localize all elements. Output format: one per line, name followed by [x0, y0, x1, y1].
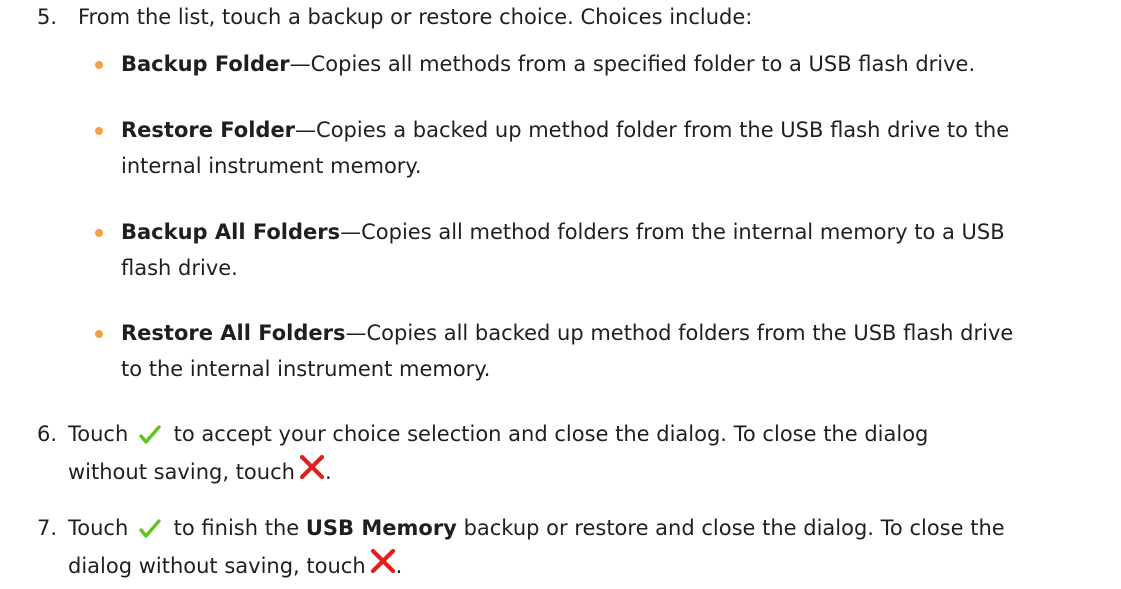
choice-description-continued: to the internal instrument memory.	[121, 357, 491, 381]
step-text: Touch	[68, 516, 129, 540]
step-text: .	[324, 460, 332, 484]
step-text: to finish the	[173, 516, 300, 540]
bullet-icon	[95, 61, 103, 69]
choice-term: Restore Folder	[121, 118, 296, 142]
choice-term: Backup All Folders	[121, 220, 341, 244]
step-number: 7.	[37, 516, 58, 540]
list-item-backup-all-folders: Backup All Folders—Copies all method fol…	[95, 214, 1081, 286]
document-page: 5. From the list, touch a backup or rest…	[0, 0, 1121, 588]
choice-description-continued: internal instrument memory.	[121, 154, 422, 178]
step-number: 5.	[37, 5, 58, 29]
x-icon	[299, 454, 325, 480]
bullet-icon	[95, 330, 103, 338]
checkmark-icon	[139, 514, 161, 538]
step-text: .	[395, 554, 403, 578]
list-item-backup-folder: Backup Folder—Copies all methods from a …	[95, 46, 1081, 82]
step-text: From the list, touch a backup or restore…	[78, 5, 753, 29]
step-text: without saving, touch	[68, 460, 295, 484]
list-item-restore-folder: Restore Folder—Copies a backed up method…	[95, 112, 1081, 184]
bullet-icon	[95, 127, 103, 135]
choice-description: —Copies all method folders from the inte…	[340, 220, 1005, 244]
step-text: Touch	[68, 422, 129, 446]
choice-term: Restore All Folders	[121, 321, 346, 345]
step-text: to accept your choice selection and clos…	[173, 422, 929, 446]
choice-description: —Copies all methods from a specified fol…	[289, 52, 976, 76]
step-term: USB Memory	[305, 516, 457, 540]
step-7: 7. Touch to finish the USB Memory backup…	[37, 509, 1097, 589]
list-item-restore-all-folders: Restore All Folders—Copies all backed up…	[95, 315, 1081, 387]
choice-description: —Copies all backed up method folders fro…	[345, 321, 1014, 345]
choice-description-continued: flash drive.	[121, 256, 238, 280]
checkmark-icon	[139, 420, 161, 444]
step-number: 6.	[37, 422, 58, 446]
choice-description: —Copies a backed up method folder from t…	[295, 118, 1010, 142]
x-icon	[370, 548, 396, 574]
step-text: backup or restore and close the dialog. …	[463, 516, 1005, 540]
step-text: dialog without saving, touch	[68, 554, 366, 578]
step-5: 5. From the list, touch a backup or rest…	[37, 0, 1087, 35]
bullet-icon	[95, 229, 103, 237]
choice-term: Backup Folder	[121, 52, 290, 76]
step-6: 6. Touch to accept your choice selection…	[37, 415, 1087, 495]
